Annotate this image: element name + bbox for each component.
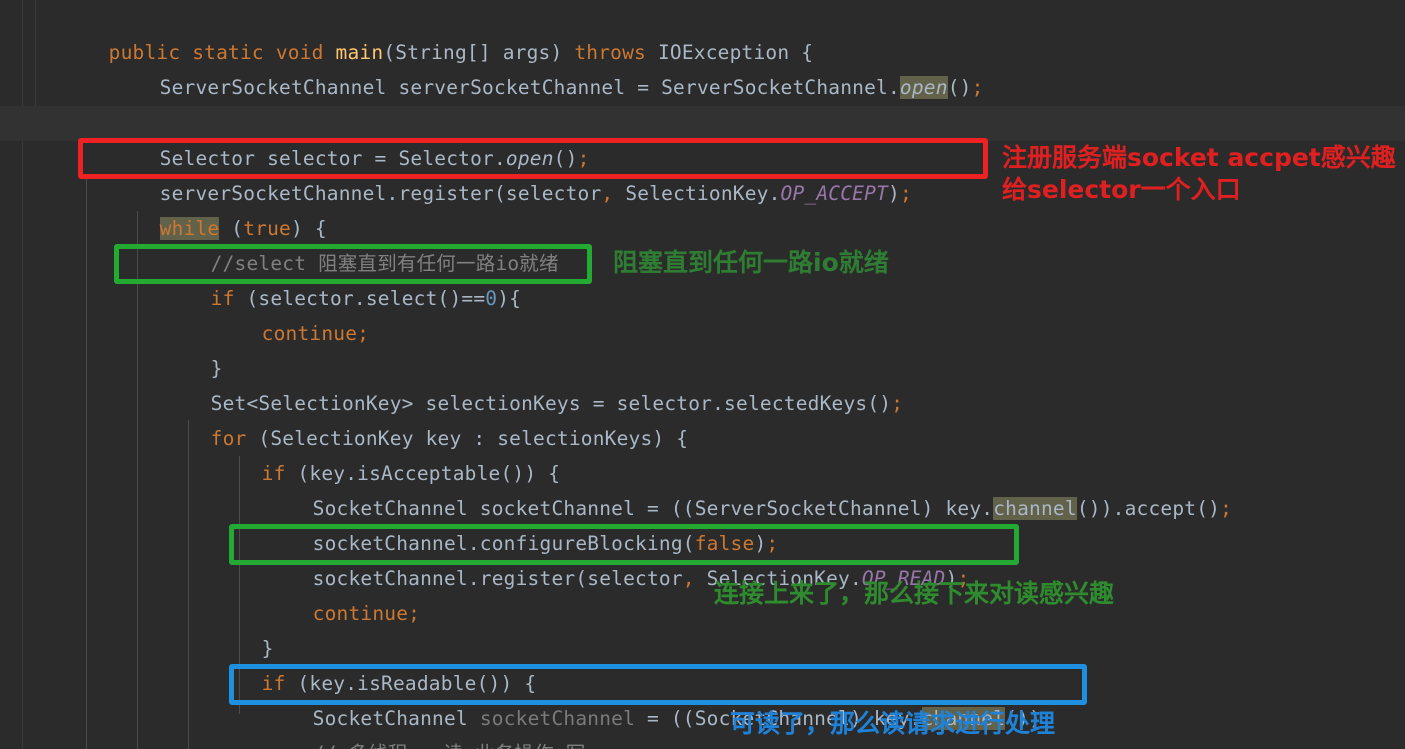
code-line[interactable]: // 多线程-->读+业务操作+写 bbox=[0, 701, 1405, 749]
code-line[interactable]: } bbox=[0, 596, 1405, 660]
code-editor[interactable]: public static void main(String[] args) t… bbox=[0, 0, 1405, 749]
code-line[interactable]: } bbox=[0, 736, 1405, 749]
code-line[interactable]: for (SelectionKey key : selectionKeys) { bbox=[0, 386, 1405, 450]
code-line-current[interactable]: Selector selector = Selector.open(); bbox=[0, 106, 1405, 170]
code-line[interactable]: if (key.isAcceptable()) { bbox=[0, 421, 1405, 485]
code-line[interactable]: if (key.isReadable()) { bbox=[0, 631, 1405, 695]
code-line[interactable]: serverSocketChannel.bind(new InetSocketA… bbox=[0, 71, 1405, 136]
code-line[interactable]: continue; bbox=[0, 281, 1405, 345]
code-line[interactable]: } bbox=[0, 316, 1405, 380]
code-line[interactable]: public static void main(String[] args) t… bbox=[0, 0, 1405, 64]
code-line[interactable]: continue; bbox=[0, 561, 1405, 625]
annotation-note-readable-line1: 可读了，那么读请求进行处理 bbox=[730, 709, 1056, 738]
code-line[interactable]: Set<SelectionKey> selectionKeys = select… bbox=[0, 351, 1405, 415]
annotation-note-op-read-line1: 连接上来了，那么接下来对读感兴趣 bbox=[714, 579, 1115, 608]
annotation-note-register-line2: 给selector一个入口 bbox=[1002, 175, 1241, 204]
annotation-note-select-line1: 阻塞直到任何一路io就绪 bbox=[613, 248, 889, 277]
code-line[interactable]: ServerSocketChannel serverSocketChannel … bbox=[0, 35, 1405, 99]
code-line[interactable]: SocketChannel socketChannel = ((SocketCh… bbox=[0, 666, 1405, 730]
code-line[interactable]: //select 阻塞直到有任何一路io就绪 bbox=[0, 211, 1405, 275]
code-line[interactable]: SocketChannel socketChannel = ((ServerSo… bbox=[0, 456, 1405, 520]
code-line[interactable]: socketChannel.register(selector, Selecti… bbox=[0, 526, 1405, 590]
annotation-note-select: 阻塞直到任何一路io就绪 bbox=[613, 247, 889, 279]
annotation-note-op-read: 连接上来了，那么接下来对读感兴趣 bbox=[714, 578, 1114, 610]
annotation-note-register: 注册服务端socket accpet感兴趣 给selector一个入口 bbox=[1002, 142, 1396, 206]
code-screenshot: public static void main(String[] args) t… bbox=[0, 0, 1405, 749]
code-line[interactable]: socketChannel.configureBlocking(false); bbox=[0, 491, 1405, 555]
annotation-note-readable: 可读了，那么读请求进行处理 bbox=[730, 708, 1055, 740]
annotation-note-register-line1: 注册服务端socket accpet感兴趣 bbox=[1002, 143, 1396, 172]
